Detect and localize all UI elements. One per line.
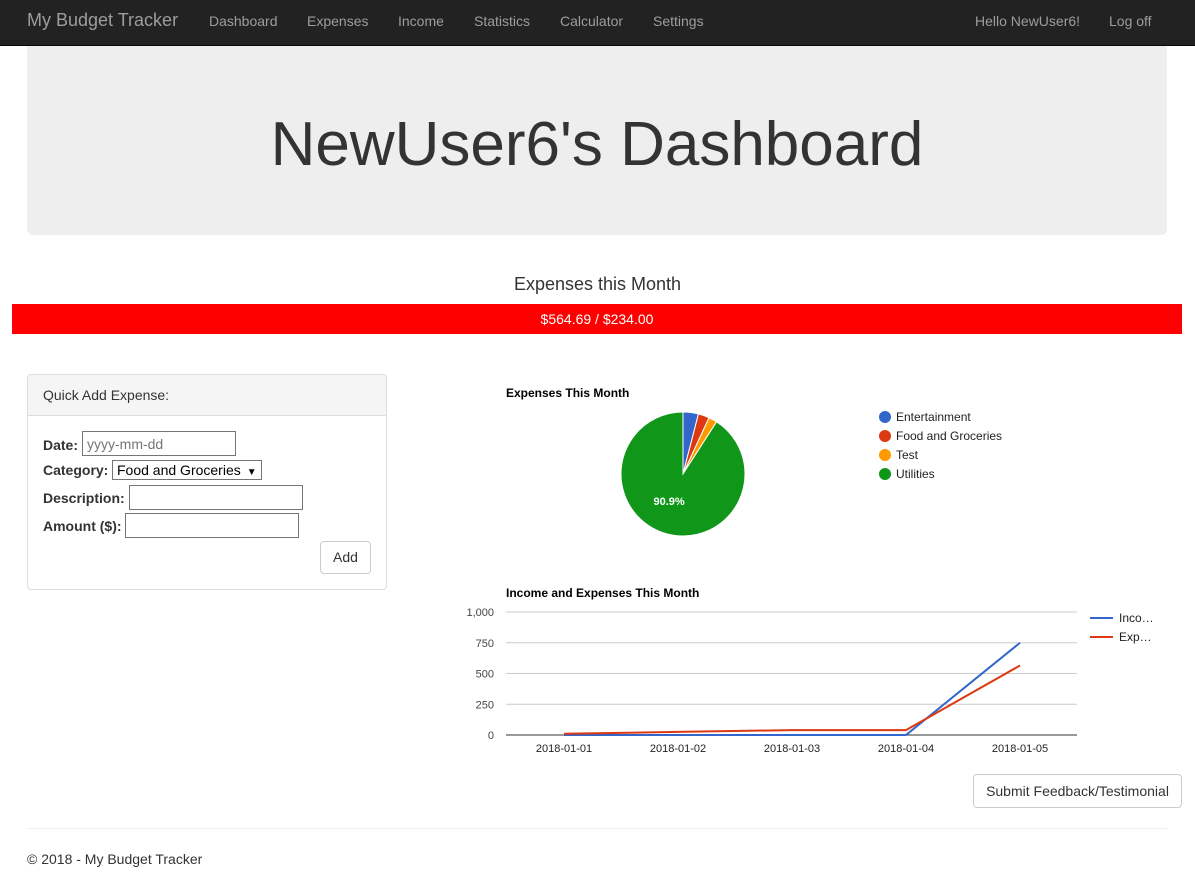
date-label: Date:	[43, 437, 79, 453]
nav-settings[interactable]: Settings	[653, 13, 704, 29]
pie-slice-label: 90.9%	[654, 496, 685, 508]
legend-marker-entertainment	[879, 411, 891, 423]
legend-marker-food-and-groceries	[879, 430, 891, 442]
series-line-income[interactable]	[564, 641, 1021, 736]
expenses-month-title: Expenses this Month	[513, 274, 682, 294]
legend-marker-test	[879, 449, 891, 461]
y-tick-label: 500	[476, 669, 494, 681]
add-expense-button[interactable]: Add	[320, 541, 371, 574]
nav-statistics[interactable]: Statistics	[474, 13, 530, 29]
budget-progress-bar: $564.69 / $234.00	[12, 304, 1182, 334]
y-tick-label: 250	[476, 699, 494, 711]
user-greeting-link[interactable]: Hello NewUser6!	[975, 13, 1080, 29]
series-line-expenses[interactable]	[563, 664, 1021, 735]
nav-dashboard[interactable]: Dashboard	[209, 13, 278, 29]
chevron-down-icon: ▼	[246, 467, 257, 478]
category-label: Category:	[43, 462, 109, 478]
brand-link[interactable]: My Budget Tracker	[27, 10, 178, 31]
y-tick-label: 750	[476, 638, 494, 650]
y-tick-label: 1,000	[466, 607, 494, 619]
nav-calculator[interactable]: Calculator	[560, 13, 623, 29]
x-tick-label: 2018-01-04	[878, 743, 934, 755]
x-tick-label: 2018-01-01	[536, 743, 592, 755]
submit-feedback-button[interactable]: Submit Feedback/Testimonial	[973, 774, 1182, 808]
x-tick-label: 2018-01-03	[764, 743, 820, 755]
nav-expenses[interactable]: Expenses	[307, 13, 368, 29]
x-tick-label: 2018-01-02	[650, 743, 706, 755]
category-select-value: Food and Groceries	[117, 462, 241, 478]
date-input[interactable]	[82, 431, 236, 456]
quick-add-heading: Quick Add Expense:	[28, 375, 386, 416]
description-input[interactable]	[129, 485, 303, 510]
expenses-pie-chart: Expenses This Month 90.9% Entertainment F…	[506, 386, 1002, 537]
pie-chart-title: Expenses This Month	[506, 386, 629, 400]
footer-copyright: © 2018 - My Budget Tracker	[27, 851, 203, 867]
logoff-link[interactable]: Log off	[1109, 13, 1152, 29]
legend-marker-utilities	[879, 468, 891, 480]
line-chart-title: Income and Expenses This Month	[506, 586, 699, 600]
category-select[interactable]: Food and Groceries ▼	[112, 460, 262, 480]
legend-label-food-and-groceries: Food and Groceries	[896, 429, 1002, 443]
line-legend-label: Inco…	[1119, 611, 1154, 625]
income-expenses-line-chart: Income and Expenses This Month 0 250 500 75…	[466, 586, 1154, 755]
pie-slice-utilities[interactable]	[620, 411, 746, 537]
line-legend-label: Exp…	[1119, 630, 1152, 644]
page-title: NewUser6's Dashboard	[270, 110, 924, 179]
y-tick-label: 0	[488, 730, 494, 742]
nav-income[interactable]: Income	[398, 13, 444, 29]
footer-divider	[27, 828, 1167, 829]
description-label: Description:	[43, 490, 125, 506]
amount-input[interactable]	[125, 513, 299, 538]
amount-label: Amount ($):	[43, 518, 122, 534]
legend-label-entertainment: Entertainment	[896, 410, 971, 424]
legend-label-utilities: Utilities	[896, 467, 935, 481]
quick-add-panel: Quick Add Expense: Date: Category: Food …	[27, 374, 387, 590]
legend-label-test: Test	[896, 448, 919, 462]
navbar: My Budget Tracker Dashboard Expenses Inc…	[0, 0, 1195, 46]
x-tick-label: 2018-01-05	[992, 743, 1048, 755]
dashboard-header: NewUser6's Dashboard	[27, 46, 1167, 235]
